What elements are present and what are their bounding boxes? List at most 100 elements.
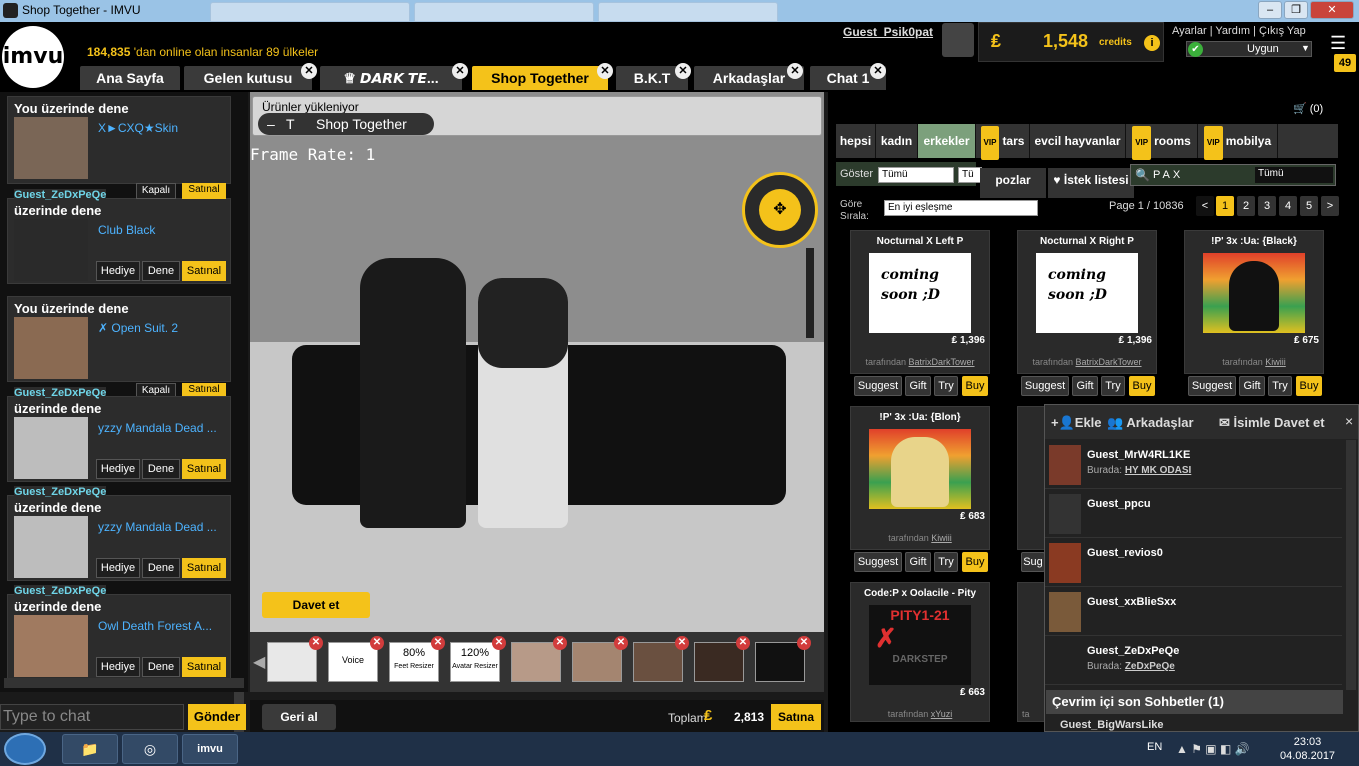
page-1[interactable]: 1 bbox=[1216, 196, 1234, 216]
avatar-model[interactable] bbox=[360, 258, 466, 528]
product-link[interactable]: X►CXQ★Skin bbox=[98, 121, 226, 135]
buy-button[interactable]: Satınal bbox=[182, 183, 226, 199]
creator-link[interactable]: BatrixDarkTower bbox=[1076, 357, 1142, 367]
try-button[interactable]: Dene bbox=[142, 459, 180, 479]
search-scope-select[interactable]: Tümü bbox=[1255, 167, 1333, 183]
scrollbar[interactable] bbox=[1346, 440, 1356, 690]
tab-rooms[interactable]: VIP rooms bbox=[1126, 124, 1198, 160]
browser-tab[interactable] bbox=[414, 2, 594, 22]
product-image[interactable]: coming soon ;D bbox=[869, 253, 971, 333]
creator-link[interactable]: Kiwiii bbox=[1265, 357, 1286, 367]
gift-button[interactable]: Hediye bbox=[96, 261, 140, 281]
friend-row[interactable]: Guest_ppcu bbox=[1045, 490, 1342, 538]
product-link[interactable]: Owl Death Forest A... bbox=[98, 619, 226, 633]
product-image[interactable] bbox=[1203, 253, 1305, 333]
tab-close-icon[interactable]: ✕ bbox=[787, 63, 803, 79]
horizontal-scrollbar[interactable] bbox=[4, 678, 244, 688]
product-image[interactable]: coming soon ;D bbox=[1036, 253, 1138, 333]
product-link[interactable]: Club Black bbox=[98, 223, 226, 237]
status-select[interactable]: ✔ Uygun ▼ bbox=[1186, 41, 1312, 57]
browser-tab[interactable] bbox=[210, 2, 410, 22]
creator-link[interactable]: Kiwiii bbox=[931, 533, 952, 543]
explorer-icon[interactable]: 📁 bbox=[62, 734, 118, 764]
buy-button[interactable]: Buy bbox=[962, 552, 988, 572]
page-5[interactable]: 5 bbox=[1300, 196, 1318, 216]
recent-chat-item[interactable]: Guest_BigWarsLike bbox=[1060, 719, 1164, 731]
buy-button[interactable]: Buy bbox=[1296, 376, 1322, 396]
invite-button[interactable]: Davet et bbox=[262, 592, 370, 618]
buy-button[interactable]: Satınal bbox=[182, 261, 226, 281]
tab-mobilya[interactable]: VIP mobilya bbox=[1198, 124, 1278, 160]
wishlist-tab[interactable]: ♥ İstek listesi bbox=[1048, 168, 1134, 198]
guest-name[interactable]: Guest_ZeDxPeQe bbox=[14, 585, 107, 597]
show-select[interactable]: Tümü bbox=[878, 167, 954, 183]
add-friend-button[interactable]: +👤Ekle bbox=[1051, 415, 1102, 431]
remove-icon[interactable]: ✕ bbox=[370, 636, 384, 650]
remove-icon[interactable]: ✕ bbox=[431, 636, 445, 650]
product-link[interactable]: yzzy Mandala Dead ... bbox=[98, 421, 226, 435]
guest-name[interactable]: Guest_ZeDxPeQe bbox=[14, 189, 107, 201]
buy-button[interactable]: Buy bbox=[962, 376, 988, 396]
avatar[interactable] bbox=[942, 23, 974, 57]
language-indicator[interactable]: EN bbox=[1147, 741, 1162, 753]
tab-close-icon[interactable]: ✕ bbox=[301, 63, 317, 79]
try-button[interactable]: Try bbox=[934, 376, 958, 396]
remove-icon[interactable]: ✕ bbox=[614, 636, 628, 650]
tab-close-icon[interactable]: ✕ bbox=[870, 63, 886, 79]
chrome-icon[interactable]: ◎ bbox=[122, 734, 178, 764]
tab-hepsi[interactable]: hepsi bbox=[836, 124, 876, 158]
buy-all-button[interactable]: Satına bbox=[771, 704, 821, 730]
remove-icon[interactable]: ✕ bbox=[675, 636, 689, 650]
product-card[interactable]: Nocturnal X Right P coming soon ;D ₤ 1,39… bbox=[1017, 230, 1157, 374]
product-card[interactable]: Code:P x Oolacile - Pity PITY1-21 ✗ DARKST… bbox=[850, 582, 990, 722]
tray-item[interactable]: Voice bbox=[328, 642, 378, 682]
guest-name[interactable]: Guest_ZeDxPeQe bbox=[14, 387, 107, 399]
product-link[interactable]: yzzy Mandala Dead ... bbox=[98, 520, 226, 534]
clock[interactable]: 23:03 04.08.2017 bbox=[1280, 735, 1335, 763]
product-thumbnail[interactable] bbox=[14, 417, 88, 479]
suggest-button[interactable]: Sug bbox=[1021, 552, 1045, 572]
tray-item[interactable] bbox=[694, 642, 744, 682]
remove-icon[interactable]: ✕ bbox=[736, 636, 750, 650]
gift-button[interactable]: Hediye bbox=[96, 459, 140, 479]
browser-tab[interactable] bbox=[598, 2, 778, 22]
system-tray-icons[interactable]: ▲ ⚑ ▣ ◧ 🔊 bbox=[1176, 742, 1250, 756]
avatar-model[interactable] bbox=[478, 278, 568, 528]
try-button[interactable]: Dene bbox=[142, 261, 180, 281]
gift-button[interactable]: Gift bbox=[1072, 376, 1098, 396]
try-button[interactable]: Try bbox=[1268, 376, 1292, 396]
product-thumbnail[interactable] bbox=[14, 516, 88, 578]
menu-icon[interactable]: ☰ bbox=[1330, 33, 1354, 53]
imvu-taskbar-icon[interactable]: imvu bbox=[182, 734, 238, 764]
page-3[interactable]: 3 bbox=[1258, 196, 1276, 216]
tab-kadin[interactable]: kadın bbox=[876, 124, 918, 158]
tray-item[interactable]: 80% Feet Resizer bbox=[389, 642, 439, 682]
tray-item[interactable]: 120% Avatar Resizer bbox=[450, 642, 500, 682]
chat-input[interactable]: Type to chat bbox=[0, 704, 184, 730]
tab-close-icon[interactable]: ✕ bbox=[597, 63, 613, 79]
filter-select[interactable]: Tü bbox=[958, 167, 982, 183]
tab-tars[interactable]: VIP tars bbox=[976, 124, 1030, 160]
product-image[interactable] bbox=[869, 429, 971, 509]
friends-button[interactable]: 👥 Arkadaşlar bbox=[1107, 415, 1194, 431]
try-button[interactable]: Try bbox=[934, 552, 958, 572]
product-card[interactable]: ta bbox=[1017, 582, 1047, 722]
gift-button[interactable]: Gift bbox=[905, 376, 931, 396]
close-window-button[interactable]: ✕ bbox=[1310, 1, 1354, 19]
gift-button[interactable]: Hediye bbox=[96, 558, 140, 578]
product-card[interactable]: !P' 3x :Ua: {Black} ₤ 675 tarafından Kiw… bbox=[1184, 230, 1324, 374]
product-card[interactable]: Nocturnal X Left P coming soon ;D ₤ 1,396… bbox=[850, 230, 990, 374]
tab-gelen-kutusu[interactable]: Gelen kutusu bbox=[184, 66, 312, 90]
shop-together-pill[interactable]: – T Shop Together bbox=[258, 113, 434, 135]
gift-button[interactable]: Gift bbox=[905, 552, 931, 572]
try-button[interactable]: Try bbox=[1101, 376, 1125, 396]
remove-icon[interactable]: ✕ bbox=[797, 636, 811, 650]
tab-dark-te[interactable]: ♕ 𝘿𝘼𝙍𝙆 𝙏𝙀... bbox=[320, 66, 462, 90]
suggest-button[interactable]: Suggest bbox=[1188, 376, 1236, 396]
minimize-button[interactable]: – bbox=[1258, 1, 1282, 19]
start-button[interactable] bbox=[4, 733, 46, 765]
credits-box[interactable]: ₤ 1,548 credits i bbox=[978, 22, 1164, 62]
friend-row[interactable]: Guest_xxBlieSxx bbox=[1045, 588, 1342, 636]
send-button[interactable]: Gönder bbox=[188, 704, 246, 730]
creator-link[interactable]: BatrixDarkTower bbox=[909, 357, 975, 367]
